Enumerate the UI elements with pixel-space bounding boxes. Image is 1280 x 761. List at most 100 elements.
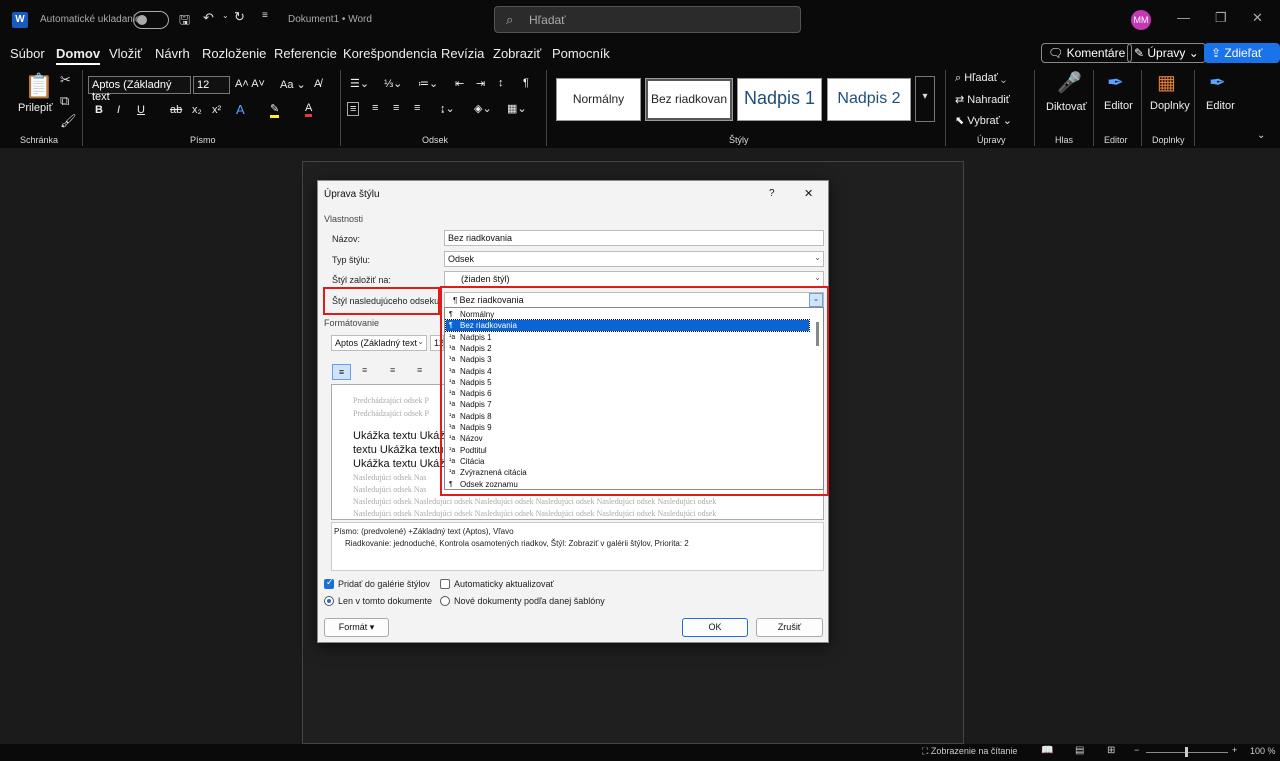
add-gallery-label[interactable]: Pridať do galérie štýlov xyxy=(338,579,430,589)
undo-dropdown-icon[interactable]: ⌄ xyxy=(222,11,229,20)
add-gallery-checkbox[interactable] xyxy=(324,577,334,589)
new-docs-label[interactable]: Nové dokumenty podľa danej šablóny xyxy=(454,596,605,606)
align-center-icon[interactable]: ≡ xyxy=(362,365,367,375)
font-color-icon[interactable]: A xyxy=(305,102,313,117)
editor-label[interactable]: Editor xyxy=(1104,100,1133,112)
editor2-icon[interactable]: ✒ xyxy=(1209,70,1226,95)
name-field[interactable]: Bez riadkovania xyxy=(444,230,824,246)
tab-review[interactable]: Revízia xyxy=(441,46,484,61)
tab-view[interactable]: Zobraziť xyxy=(493,46,541,61)
align-right-icon[interactable]: ≡ xyxy=(390,365,395,375)
web-layout-icon[interactable]: ⊞ xyxy=(1107,745,1115,756)
tab-mailings[interactable]: Korešpondencia xyxy=(343,46,437,61)
numbering-icon[interactable]: ⅓⌄ xyxy=(384,77,402,90)
align-center-icon[interactable]: ≡ xyxy=(372,102,378,114)
copy-icon[interactable]: ⧉ xyxy=(60,93,69,109)
help-button[interactable]: ? xyxy=(769,188,775,199)
zoom-slider-thumb[interactable] xyxy=(1185,747,1188,757)
tab-layout[interactable]: Rozloženie xyxy=(202,46,266,61)
increase-indent-icon[interactable]: ⇥ xyxy=(476,77,485,90)
tab-home[interactable]: Domov xyxy=(56,46,101,65)
tab-design[interactable]: Návrh xyxy=(155,46,190,61)
bold-icon[interactable]: B xyxy=(95,104,103,116)
format-painter-icon[interactable]: 🖌 xyxy=(60,113,77,129)
underline-icon[interactable]: U xyxy=(137,104,145,116)
editor2-label[interactable]: Editor xyxy=(1206,100,1235,112)
replace-button[interactable]: ⇄ Nahradiť xyxy=(955,93,1010,106)
redo-icon[interactable]: ↻ xyxy=(234,9,245,25)
fmt-font-select[interactable]: Aptos (Základný text ⌄ xyxy=(331,335,427,351)
align-left-icon[interactable]: ≡ xyxy=(332,364,351,380)
avatar[interactable]: MM xyxy=(1131,10,1151,30)
decrease-indent-icon[interactable]: ⇤ xyxy=(455,77,464,90)
tab-help[interactable]: Pomocník xyxy=(552,46,610,61)
align-left-icon[interactable]: ≡ xyxy=(347,102,360,116)
style-no-spacing[interactable]: Bez riadkovan xyxy=(645,78,733,121)
sort-icon[interactable]: ↕ xyxy=(498,77,504,89)
format-button[interactable]: Formát ▾ xyxy=(324,618,389,637)
editor-icon[interactable]: ✒ xyxy=(1107,70,1124,95)
styles-more-icon[interactable]: ▾ xyxy=(915,76,935,122)
close-icon[interactable]: ✕ xyxy=(804,187,813,200)
select-button[interactable]: ⬉ Vybrať ⌄ xyxy=(955,114,1012,127)
zoom-level[interactable]: 100 % xyxy=(1250,746,1276,756)
tab-insert[interactable]: Vložiť xyxy=(109,46,142,61)
style-heading-1[interactable]: Nadpis 1 xyxy=(737,78,822,121)
microphone-icon[interactable]: 🎤 xyxy=(1057,70,1082,95)
tab-file[interactable]: Súbor xyxy=(10,46,45,61)
multilevel-icon[interactable]: ≔⌄ xyxy=(418,77,438,90)
paste-icon[interactable]: 📋 xyxy=(24,72,54,101)
paste-label[interactable]: Prilepiť xyxy=(18,102,53,114)
line-spacing-icon[interactable]: ↨⌄ xyxy=(440,102,455,115)
grow-font-icon[interactable]: A˄ A˅ xyxy=(235,78,265,90)
strikethrough-icon[interactable]: ab xyxy=(170,104,182,116)
cancel-button[interactable]: Zrušiť xyxy=(756,618,823,637)
style-heading-2[interactable]: Nadpis 2 xyxy=(827,78,911,121)
undo-icon[interactable]: ↶ xyxy=(203,10,214,26)
customize-qat-icon[interactable]: ≡ xyxy=(262,10,268,21)
collapse-ribbon-icon[interactable]: ⌄ xyxy=(1257,130,1265,141)
superscript-icon[interactable]: x² xyxy=(212,104,221,116)
restore-icon[interactable]: ❐ xyxy=(1215,10,1227,26)
cut-icon[interactable]: ✂ xyxy=(60,72,71,88)
align-right-icon[interactable]: ≡ xyxy=(393,102,399,114)
search-input[interactable]: Hľadať xyxy=(494,6,801,33)
addins-label[interactable]: Doplnky xyxy=(1150,100,1190,112)
tab-references[interactable]: Referencie xyxy=(274,46,337,61)
read-mode-icon[interactable]: 📖 xyxy=(1041,745,1053,756)
style-normal[interactable]: Normálny xyxy=(556,78,641,121)
focus-mode-button[interactable]: ⛶ Zobrazenie na čítanie xyxy=(922,746,1017,757)
subscript-icon[interactable]: x₂ xyxy=(192,104,202,116)
save-icon[interactable]: 🖫 xyxy=(179,11,190,33)
comments-button[interactable]: 🗨 Komentáre xyxy=(1041,43,1133,63)
zoom-out-icon[interactable]: − xyxy=(1134,745,1139,755)
style-type-select[interactable]: Odsek ⌄ xyxy=(444,251,824,267)
addins-icon[interactable]: ▦ xyxy=(1157,70,1176,95)
pilcrow-icon[interactable]: ¶ xyxy=(523,77,529,89)
bullets-icon[interactable]: ☰⌄ xyxy=(350,77,369,90)
font-name-field[interactable]: Aptos (Základný text xyxy=(88,76,191,103)
minimize-icon[interactable]: — xyxy=(1177,10,1190,25)
editing-button[interactable]: ✎ Úpravy ⌄ xyxy=(1127,43,1206,63)
zoom-in-icon[interactable]: + xyxy=(1232,745,1237,755)
find-button[interactable]: ⌕ Hľadať ⌄ xyxy=(955,72,1006,85)
text-effects-icon[interactable]: A xyxy=(236,102,245,117)
highlight-icon[interactable]: ✎ xyxy=(270,102,280,118)
justify-icon[interactable]: ≡ xyxy=(414,102,420,114)
new-docs-radio[interactable] xyxy=(440,596,450,606)
borders-icon[interactable]: ▦⌄ xyxy=(507,102,527,115)
auto-update-checkbox[interactable] xyxy=(440,579,450,589)
font-size-field[interactable]: 12 xyxy=(193,76,230,94)
print-layout-icon[interactable]: ▤ xyxy=(1075,745,1084,756)
only-doc-radio[interactable] xyxy=(324,596,334,606)
only-doc-label[interactable]: Len v tomto dokumente xyxy=(338,596,432,606)
autosave-toggle[interactable] xyxy=(133,11,169,29)
ok-button[interactable]: OK xyxy=(682,618,748,637)
italic-icon[interactable]: I xyxy=(117,104,120,116)
clear-format-icon[interactable]: A̸ xyxy=(314,78,321,90)
based-on-select[interactable]: (žiaden štýl) ⌄ xyxy=(444,271,824,287)
auto-update-label[interactable]: Automaticky aktualizovať xyxy=(454,579,554,589)
dictate-label[interactable]: Diktovať xyxy=(1046,101,1087,113)
change-case-icon[interactable]: Aa ⌄ xyxy=(280,78,306,91)
shading-icon[interactable]: ◈⌄ xyxy=(474,102,492,115)
